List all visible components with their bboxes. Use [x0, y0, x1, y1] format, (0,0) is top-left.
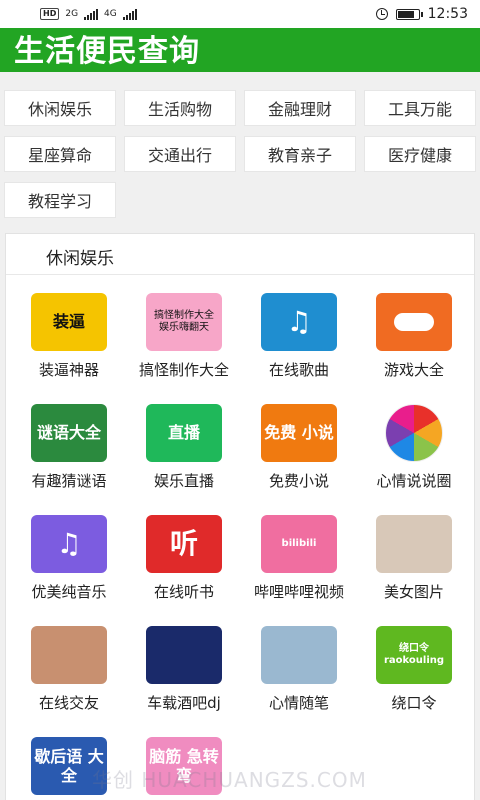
headphones-book-icon: 听	[146, 515, 222, 573]
signal-icon	[84, 8, 99, 20]
app-label: 心情说说圈	[376, 472, 452, 490]
app-header: 生活便民查询	[0, 28, 480, 72]
battery-icon	[395, 8, 423, 20]
app-icon-text	[67, 653, 71, 657]
app-label: 游戏大全	[383, 361, 444, 379]
app-item[interactable]: 在线交友	[9, 626, 129, 713]
signal-icon	[122, 8, 137, 20]
app-icon-text	[412, 542, 416, 546]
category-button[interactable]: 交通出行	[124, 136, 236, 172]
network-label-2: 4G	[104, 9, 117, 19]
tongue-twister-icon: 绕口令 raokouling	[376, 626, 452, 684]
app-item[interactable]: 美女图片	[354, 515, 474, 602]
sunglasses-face-icon: 装逼	[31, 293, 107, 351]
category-button[interactable]: 医疗健康	[364, 136, 476, 172]
app-item[interactable]: 听在线听书	[124, 515, 244, 602]
divider	[6, 274, 474, 275]
app-item[interactable]: 绕口令 raokouling 绕口令	[354, 626, 474, 713]
app-label: 有趣猜谜语	[31, 472, 107, 490]
app-label: 美女图片	[383, 583, 444, 601]
category-button[interactable]: 工具万能	[364, 90, 476, 126]
app-icon-text: ♫	[286, 305, 312, 339]
app-icon-text: 装逼	[52, 312, 85, 332]
app-icon-text: 绕口令 raokouling	[383, 643, 445, 666]
category-button[interactable]: 教育亲子	[244, 136, 356, 172]
app-label: 在线歌曲	[268, 361, 329, 379]
music-note-icon: ♫	[261, 293, 337, 351]
app-label: 心情随笔	[268, 694, 329, 712]
photo-portrait-icon	[376, 515, 452, 573]
app-item[interactable]: 车载酒吧dj	[124, 626, 244, 713]
riddle-icon: 谜语大全	[31, 404, 107, 462]
app-label: 搞怪制作大全	[138, 361, 229, 379]
bilibili-icon: bilibili	[261, 515, 337, 573]
category-button[interactable]: 休闲娱乐	[4, 90, 116, 126]
page-title: 生活便民查询	[14, 34, 200, 69]
network-label-1: 2G	[65, 9, 79, 19]
app-label: 绕口令	[391, 694, 437, 712]
app-label: 在线交友	[38, 694, 99, 712]
notebook-photo-icon	[261, 626, 337, 684]
app-item[interactable]: 心情随笔	[239, 626, 359, 713]
category-button[interactable]: 生活购物	[124, 90, 236, 126]
watermark: 华创 HUACHUANGZS.COM	[92, 768, 367, 792]
app-item[interactable]: 免费 小说 免费小说	[239, 404, 359, 491]
photo-portrait-icon	[31, 626, 107, 684]
hd-badge: HD	[40, 8, 60, 20]
music-note-icon: ♫	[31, 515, 107, 573]
app-icon-text	[412, 431, 416, 435]
alarm-icon	[375, 8, 388, 20]
app-icon-text: 听	[169, 527, 198, 561]
section-title: 休闲娱乐	[46, 249, 114, 269]
app-item[interactable]: 直播 娱乐直播	[124, 404, 244, 491]
app-label: 装逼神器	[38, 361, 99, 379]
gamepad-icon	[376, 293, 452, 351]
category-button[interactable]: 星座算命	[4, 136, 116, 172]
category-button[interactable]: 教程学习	[4, 182, 116, 218]
app-item[interactable]: 装逼 装逼神器	[9, 293, 129, 380]
app-item[interactable]: 谜语大全 有趣猜谜语	[9, 404, 129, 491]
app-item[interactable]: bilibili 哔哩哔哩视频	[239, 515, 359, 602]
app-icon-text	[297, 653, 301, 657]
network-indicators: HD 2G 4G	[40, 8, 137, 20]
live-stream-icon: 直播	[146, 404, 222, 462]
app-item[interactable]: 游戏大全	[354, 293, 474, 380]
app-icon-text: 谜语大全	[36, 423, 101, 443]
app-icon-text: 搞怪制作大全 娱乐嗨翻天	[154, 310, 214, 333]
book-icon: 免费 小说	[261, 404, 337, 462]
app-label: 在线听书	[153, 583, 214, 601]
clock: 12:53	[427, 6, 468, 22]
gamepad-shape	[394, 313, 434, 331]
app-icon-text	[182, 653, 186, 657]
status-bar: HD 2G 4G 12:53	[0, 0, 480, 28]
app-item[interactable]: 心情说说圈	[354, 404, 474, 491]
app-label: 优美纯音乐	[31, 583, 107, 601]
category-button[interactable]: 金融理财	[244, 90, 356, 126]
dj-turntable-icon	[146, 626, 222, 684]
app-item[interactable]: 搞怪制作大全 娱乐嗨翻天搞怪制作大全	[124, 293, 244, 380]
app-label: 娱乐直播	[153, 472, 214, 490]
app-icon-text: 直播	[167, 423, 200, 443]
app-label: 哔哩哔哩视频	[253, 583, 344, 601]
app-icon-text: 免费 小说	[264, 423, 334, 443]
meme-maker-icon: 搞怪制作大全 娱乐嗨翻天	[146, 293, 222, 351]
app-item[interactable]: ♫ 在线歌曲	[239, 293, 359, 380]
app-label: 免费小说	[268, 472, 329, 490]
app-label: 车载酒吧dj	[147, 694, 221, 712]
aperture-icon	[385, 404, 443, 462]
app-icon-text: bilibili	[281, 538, 317, 549]
app-item[interactable]: ♫ 优美纯音乐	[9, 515, 129, 602]
app-icon-text: ♫	[56, 527, 82, 561]
